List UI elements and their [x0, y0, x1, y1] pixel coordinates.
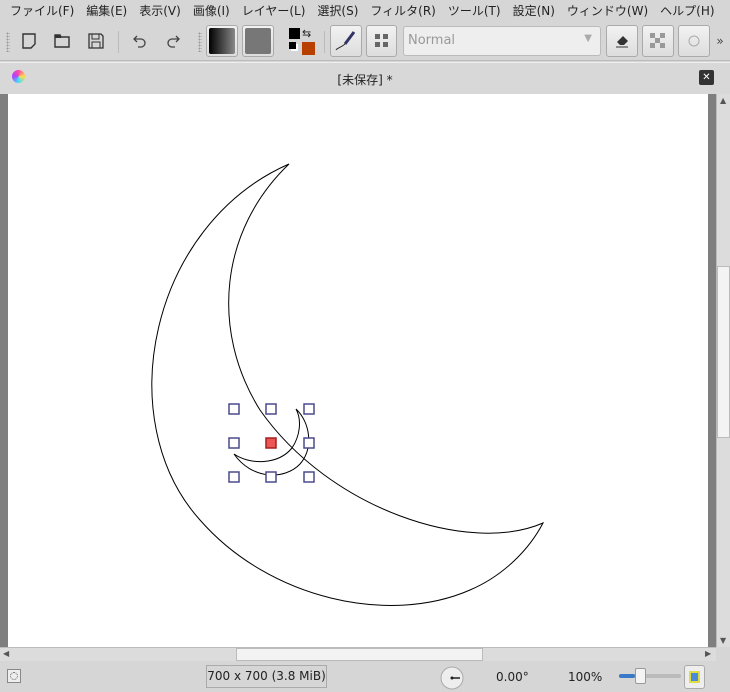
menu-filter[interactable]: フィルタ(R) — [364, 2, 441, 19]
selection-handle — [303, 437, 315, 449]
pattern-selector[interactable] — [242, 25, 274, 57]
selection-handle — [265, 403, 277, 415]
menu-file[interactable]: ファイル(F) — [4, 2, 80, 19]
zoom-slider-fill — [619, 674, 635, 678]
toolbar-grip[interactable] — [198, 32, 202, 52]
menu-image[interactable]: 画像(I) — [187, 2, 236, 19]
zoom-slider-handle[interactable] — [635, 668, 646, 684]
vertical-scrollbar-thumb[interactable] — [717, 266, 730, 438]
separator — [118, 31, 119, 53]
blend-mode-select[interactable]: Normal ▼ — [403, 26, 601, 56]
zoom-level: 100% — [568, 670, 603, 684]
zoom-slider[interactable] — [619, 668, 681, 684]
toolbar-grip[interactable] — [6, 32, 10, 52]
fit-to-view-button[interactable] — [684, 665, 705, 689]
selection-handle — [265, 471, 277, 483]
horizontal-scrollbar[interactable]: ◀ ▶ — [0, 647, 716, 661]
reset-colors-icon[interactable] — [289, 42, 296, 49]
swap-colors-icon[interactable]: ⇆ — [302, 27, 311, 40]
rotation-center-handle — [265, 437, 277, 449]
menu-help[interactable]: ヘルプ(H) — [654, 2, 720, 19]
redo-icon — [167, 35, 180, 48]
toolbar-overflow-button[interactable]: » — [713, 26, 727, 56]
open-document-button[interactable] — [49, 26, 75, 56]
save-button[interactable] — [83, 26, 109, 56]
menu-layer[interactable]: レイヤー(L) — [236, 2, 312, 19]
gradient-swatch — [209, 28, 235, 54]
document-tab[interactable]: [未保存] * ✕ — [0, 62, 730, 94]
selection-handle — [303, 471, 315, 483]
new-document-icon — [22, 33, 36, 49]
vertical-scrollbar[interactable]: ▲ ▼ — [716, 94, 730, 647]
chevron-down-icon: ▼ — [584, 33, 592, 44]
vector-drawing — [151, 163, 545, 606]
image-dimensions[interactable]: 700 x 700 (3.8 MiB) — [206, 665, 327, 688]
save-icon — [88, 33, 104, 49]
separator — [324, 31, 325, 53]
canvas[interactable] — [8, 94, 708, 647]
brush-settings-button[interactable] — [366, 25, 397, 57]
brush-icon — [335, 31, 356, 51]
scrollbar-corner — [716, 647, 730, 662]
eraser-mode-button[interactable] — [606, 25, 638, 57]
rotation-angle: 0.00° — [496, 670, 529, 684]
menu-window[interactable]: ウィンドウ(W) — [561, 2, 654, 19]
menu-edit[interactable]: 編集(E) — [80, 2, 133, 19]
selection-handle — [303, 403, 315, 415]
selection-handle — [228, 403, 240, 415]
pattern-swatch — [245, 28, 271, 54]
scroll-down-arrow-icon[interactable]: ▼ — [720, 636, 726, 645]
menu-select[interactable]: 選択(S) — [311, 2, 364, 19]
menu-view[interactable]: 表示(V) — [133, 2, 187, 19]
checkerboard-icon — [650, 33, 665, 48]
menu-tools[interactable]: ツール(T) — [442, 2, 507, 19]
preserve-alpha-button[interactable] — [642, 25, 674, 57]
canvas-area[interactable] — [0, 94, 716, 647]
document-title: [未保存] * — [337, 73, 393, 87]
close-document-button[interactable]: ✕ — [699, 70, 714, 85]
folder-icon — [54, 34, 70, 48]
background-color-swatch[interactable] — [302, 42, 315, 55]
large-crescent-shape — [151, 163, 545, 606]
undo-button[interactable] — [127, 26, 153, 56]
selection-handle — [228, 471, 240, 483]
selection-mode-icon[interactable] — [7, 669, 21, 683]
reload-preset-button[interactable] — [678, 25, 710, 57]
toolbar: ⇆ » — [0, 21, 730, 61]
rotation-dial-icon[interactable] — [440, 666, 464, 690]
undo-icon — [133, 35, 146, 48]
color-selector[interactable]: ⇆ — [285, 25, 319, 57]
scroll-left-arrow-icon[interactable]: ◀ — [3, 649, 9, 658]
menu-settings[interactable]: 設定(N) — [507, 2, 561, 19]
fit-page-icon — [689, 671, 700, 683]
redo-button[interactable] — [160, 26, 186, 56]
reload-icon — [688, 35, 700, 47]
blend-mode-value: Normal — [408, 33, 456, 48]
scroll-up-arrow-icon[interactable]: ▲ — [720, 96, 726, 105]
gradient-selector[interactable] — [206, 25, 238, 57]
status-bar: 700 x 700 (3.8 MiB) 0.00° 100% — [0, 662, 730, 692]
menubar: ファイル(F) 編集(E) 表示(V) 画像(I) レイヤー(L) 選択(S) … — [0, 0, 730, 21]
eraser-icon — [616, 36, 628, 48]
brush-presets-button[interactable] — [330, 25, 362, 57]
foreground-color-swatch[interactable] — [289, 28, 300, 39]
new-document-button[interactable] — [16, 26, 42, 56]
grid-icon — [374, 34, 388, 47]
scroll-right-arrow-icon[interactable]: ▶ — [705, 649, 711, 658]
horizontal-scrollbar-thumb[interactable] — [236, 648, 483, 661]
selection-handle — [228, 437, 240, 449]
